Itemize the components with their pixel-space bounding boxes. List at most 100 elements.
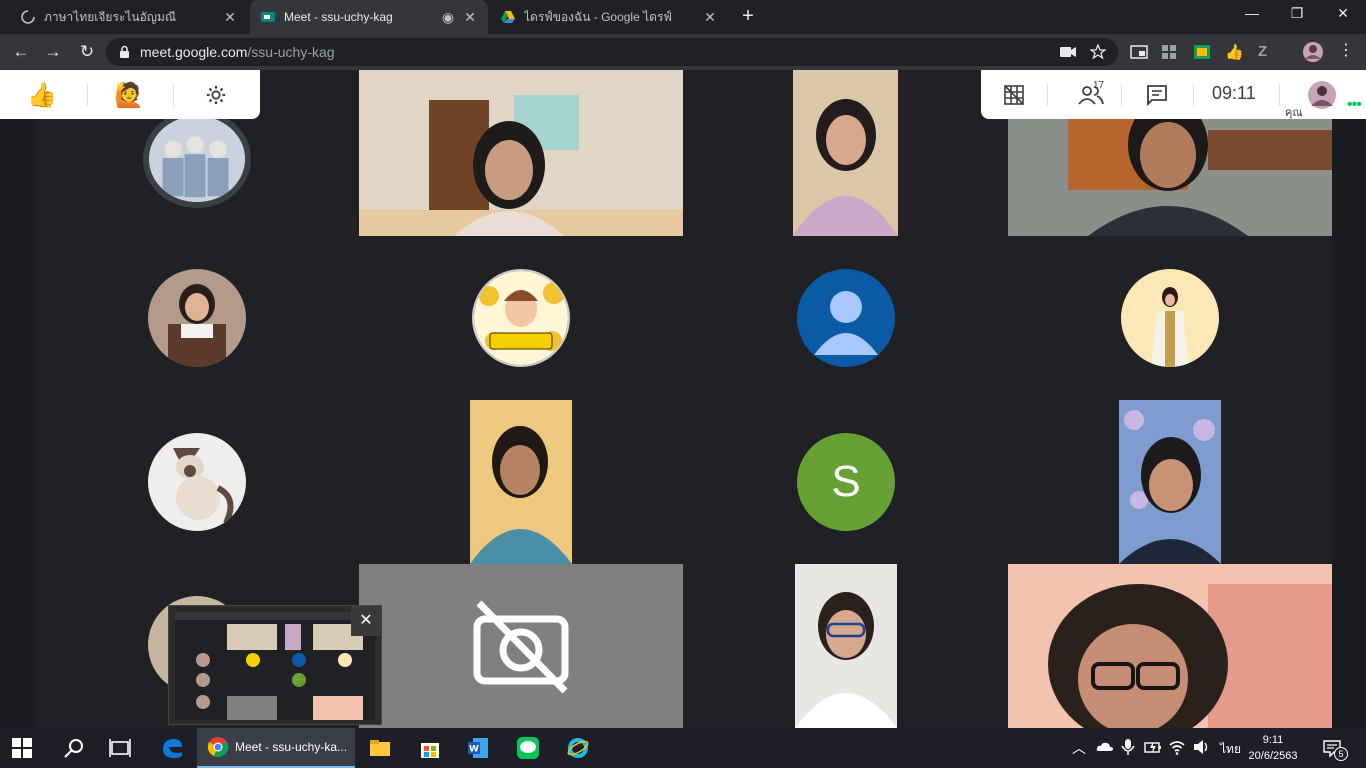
z-extension-icon[interactable]: Z: [1258, 43, 1276, 61]
battery-charging-icon[interactable]: [1144, 739, 1162, 755]
search-icon[interactable]: [62, 736, 86, 760]
profile-avatar-icon[interactable]: [1302, 41, 1324, 63]
taskbar-chrome-button[interactable]: Meet - ssu-uchy-ka...: [197, 728, 355, 768]
url-host: meet.google.com: [140, 44, 248, 60]
thumbs-up-extension-icon[interactable]: 👍: [1225, 43, 1244, 61]
participant-avatar-default: [797, 269, 895, 367]
microphone-icon[interactable]: [1120, 738, 1136, 756]
participants-button[interactable]: 17: [1071, 80, 1111, 108]
participants-count: 17: [1093, 80, 1105, 91]
separator: [1047, 84, 1048, 106]
address-bar[interactable]: meet.google.com/ssu-uchy-kag: [106, 38, 1118, 66]
classroom-extension-icon[interactable]: [1193, 43, 1211, 61]
tab-thai-language[interactable]: ภาษาไทยเจียระไนอัญมณี ✕: [10, 0, 248, 34]
close-tab-icon[interactable]: ✕: [222, 9, 238, 26]
wifi-icon[interactable]: [1168, 738, 1186, 756]
google-drive-icon: [501, 11, 515, 23]
meet-stage: S 👍 🙋 17 09:11 คุณ ••• ✕: [0, 70, 1366, 728]
taskbar-window-preview[interactable]: ✕: [168, 605, 382, 725]
chrome-icon: [207, 737, 229, 757]
action-center-button[interactable]: 5: [1322, 738, 1348, 761]
system-clock[interactable]: 9:11 20/6/2563: [1248, 732, 1298, 764]
forward-arrow-icon[interactable]: →: [42, 42, 64, 64]
browser-toolbar: ← → ↻ meet.google.com/ssu-uchy-kag 👍 Z ⋮: [0, 34, 1366, 70]
new-tab-button[interactable]: +: [738, 6, 758, 27]
svg-text:W: W: [469, 745, 479, 755]
input-language-indicator[interactable]: ไทย: [1220, 740, 1241, 759]
chat-icon[interactable]: [1146, 84, 1168, 106]
separator: [87, 84, 88, 106]
bookmark-star-icon[interactable]: [1090, 44, 1106, 60]
reload-icon[interactable]: ↻: [76, 42, 98, 64]
participant-video-tile: [1008, 564, 1332, 728]
meeting-controls-panel: 17 09:11 คุณ •••: [981, 70, 1366, 119]
taskbar-chrome-label: Meet - ssu-uchy-ka...: [235, 740, 348, 754]
close-preview-icon[interactable]: ✕: [351, 606, 381, 636]
reactions-panel: 👍 🙋: [0, 70, 260, 119]
url-path: /ssu-uchy-kag: [247, 44, 335, 60]
participant-video-tile: [793, 70, 898, 236]
task-view-icon[interactable]: [108, 736, 132, 760]
participant-avatar-group-photo: [143, 110, 251, 208]
file-explorer-icon[interactable]: [368, 736, 392, 760]
windows-taskbar: Meet - ssu-uchy-ka... W ︿ ไทย 9:11 20/6/…: [0, 728, 1366, 768]
chrome-menu-icon[interactable]: ⋮: [1338, 43, 1356, 61]
browser-tabstrip: ภาษาไทยเจียระไนอัญมณี ✕ Meet - ssu-uchy-…: [0, 0, 1366, 34]
line-app-icon[interactable]: [516, 736, 540, 760]
participant-video-tile: [795, 564, 897, 728]
microsoft-store-icon[interactable]: [418, 736, 442, 760]
participant-avatar-photo: [148, 269, 246, 367]
tab-title: ไดรฟ์ของฉัน - Google ไดรฟ์: [524, 9, 672, 24]
separator: [1279, 84, 1280, 106]
tab-title: ภาษาไทยเจียระไนอัญมณี: [44, 9, 177, 24]
tab-meet[interactable]: Meet - ssu-uchy-kag ◉ ✕: [250, 0, 488, 34]
tab-title: Meet - ssu-uchy-kag: [284, 10, 393, 24]
edge-browser-icon[interactable]: [160, 736, 184, 760]
close-window-icon[interactable]: ✕: [1331, 5, 1355, 22]
show-hidden-icons-icon[interactable]: ︿: [1072, 738, 1086, 758]
participant-video-tile: [470, 400, 572, 564]
tab-google-drive[interactable]: ไดรฟ์ของฉัน - Google ไดรฟ์ ✕: [490, 0, 728, 34]
thumbs-up-reaction-button[interactable]: 👍: [24, 80, 60, 110]
self-view-label: คุณ: [1285, 107, 1303, 119]
close-tab-icon[interactable]: ✕: [462, 9, 478, 26]
raise-hand-button[interactable]: 🙋: [111, 80, 147, 110]
volume-icon[interactable]: [1192, 738, 1210, 756]
restore-window-icon[interactable]: ❐: [1285, 5, 1309, 22]
back-arrow-icon[interactable]: ←: [10, 42, 32, 64]
page-loading-icon: [21, 10, 35, 24]
system-time: 9:11: [1262, 734, 1284, 746]
separator: [1121, 84, 1122, 106]
participant-video-tile: [1119, 400, 1221, 564]
lock-icon: [120, 45, 129, 58]
participant-camera-off-tile: [359, 564, 683, 728]
camera-off-icon: [473, 600, 569, 694]
separator: [173, 84, 174, 106]
grid-layout-icon[interactable]: [1003, 84, 1025, 106]
system-date: 20/6/2563: [1248, 750, 1298, 762]
internet-explorer-icon[interactable]: [566, 736, 590, 760]
grid-extension-icon[interactable]: [1160, 43, 1178, 61]
participant-video-tile: [359, 70, 683, 236]
notification-count-badge: 5: [1334, 747, 1348, 761]
participant-avatar-cartoon: [472, 269, 570, 367]
left-gutter: [0, 70, 36, 728]
meeting-clock: 09:11: [1212, 83, 1256, 103]
self-view-thumbnail[interactable]: [1307, 80, 1337, 110]
windows-start-icon[interactable]: [12, 738, 32, 758]
settings-gear-icon[interactable]: [205, 84, 227, 106]
participant-avatar-illustration: [1121, 269, 1219, 367]
preview-thumbnail: [175, 612, 375, 720]
close-tab-icon[interactable]: ✕: [702, 9, 718, 26]
more-options-icon[interactable]: •••: [1347, 96, 1362, 114]
camera-in-use-icon[interactable]: [1060, 46, 1076, 58]
onedrive-cloud-icon[interactable]: [1096, 738, 1114, 756]
right-gutter: [1332, 70, 1366, 728]
avatar-letter: S: [831, 457, 861, 506]
participant-avatar-letter: S: [797, 433, 895, 531]
word-icon[interactable]: W: [466, 736, 490, 760]
separator: [1193, 84, 1194, 106]
minimize-window-icon[interactable]: —: [1240, 5, 1264, 21]
recording-dot-icon: ◉: [441, 8, 455, 25]
picture-in-picture-icon[interactable]: [1130, 43, 1148, 61]
